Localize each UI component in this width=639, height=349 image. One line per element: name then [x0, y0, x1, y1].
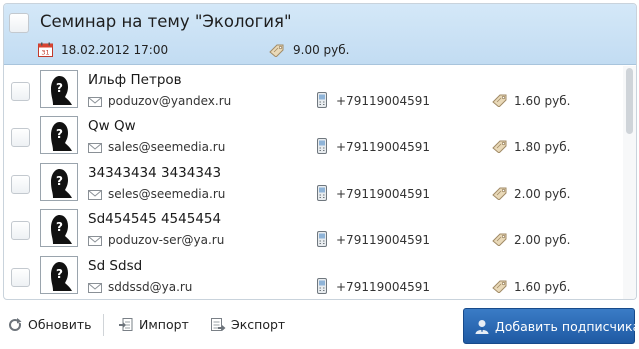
refresh-label: Обновить [28, 317, 92, 332]
scrollbar[interactable] [623, 66, 636, 299]
subscriber-price: 1.60 руб. [514, 280, 571, 294]
avatar: ? [40, 163, 78, 201]
scrollbar-thumb[interactable] [626, 68, 633, 134]
unknown-user-icon: ? [51, 76, 72, 105]
subscriber-name: Sd454545 4545454 [88, 211, 222, 227]
mobile-phone-icon [317, 278, 327, 294]
unknown-user-icon: ? [51, 215, 72, 244]
mail-icon [88, 143, 102, 153]
subscriber-row[interactable]: ? Ильф Петров poduzov@yandex.ru +7911900… [4, 66, 622, 112]
mobile-phone-icon [317, 185, 327, 201]
mail-icon [88, 190, 102, 200]
mail-icon [88, 283, 102, 293]
import-label: Импорт [139, 317, 189, 332]
subscriber-price: 2.00 руб. [514, 187, 571, 201]
avatar: ? [40, 209, 78, 247]
svg-text:?: ? [56, 220, 63, 234]
subscriber-select-checkbox[interactable] [11, 82, 30, 101]
subscriber-email: poduzov-ser@ya.ru [108, 233, 225, 247]
event-header: Семинар на тему "Экология" 31 18.02.2012… [4, 4, 636, 65]
subscriber-name: Ильф Петров [88, 72, 182, 88]
refresh-button[interactable]: Обновить [7, 316, 93, 334]
svg-text:?: ? [56, 127, 63, 141]
import-button[interactable]: Импорт [118, 316, 192, 334]
event-title: Семинар на тему "Экология" [40, 12, 292, 31]
event-date: 18.02.2012 17:00 [61, 43, 169, 57]
subscriber-email: seles@seemedia.ru [108, 187, 226, 201]
subscriber-select-checkbox[interactable] [11, 268, 30, 287]
svg-text:?: ? [56, 81, 63, 95]
user-icon [475, 320, 489, 334]
svg-text:?: ? [56, 267, 63, 281]
subscriber-phone: +79119004591 [336, 280, 431, 294]
event-panel: Семинар на тему "Экология" 31 18.02.2012… [3, 3, 637, 300]
price-tag-icon [492, 187, 507, 200]
refresh-icon [9, 318, 22, 331]
subscriber-row[interactable]: ? Qw Qw sales@seemedia.ru +79119004591 1… [4, 112, 622, 158]
mail-icon [88, 97, 102, 107]
subscriber-price: 1.60 руб. [514, 94, 571, 108]
subscriber-row[interactable]: ? Sd Sdsd sddssd@ya.ru +79119004591 1.60… [4, 252, 622, 298]
unknown-user-icon: ? [51, 262, 72, 291]
price-tag-icon [492, 280, 507, 293]
subscriber-email: sddssd@ya.ru [108, 280, 193, 294]
export-icon [211, 318, 226, 331]
svg-text:?: ? [56, 174, 63, 188]
subscriber-row[interactable]: ? Sd454545 4545454 poduzov-ser@ya.ru +79… [4, 205, 622, 251]
mobile-phone-icon [317, 92, 327, 108]
subscriber-email: sales@seemedia.ru [108, 140, 226, 154]
export-button[interactable]: Экспорт [210, 316, 286, 334]
price-tag-icon [492, 140, 507, 153]
calendar-icon: 31 [38, 42, 53, 57]
event-price: 9.00 руб. [293, 43, 350, 57]
subscriber-price: 1.80 руб. [514, 140, 571, 154]
price-tag-icon [492, 233, 507, 246]
price-tag-icon [269, 44, 284, 57]
subscriber-email: poduzov@yandex.ru [108, 94, 232, 108]
toolbar-divider [103, 314, 104, 336]
unknown-user-icon: ? [51, 169, 72, 198]
unknown-user-icon: ? [51, 122, 72, 151]
price-tag-icon [492, 94, 507, 107]
avatar: ? [40, 70, 78, 108]
subscriber-phone: +79119004591 [336, 233, 431, 247]
subscriber-select-checkbox[interactable] [11, 128, 30, 147]
subscriber-name: Sd Sdsd [88, 258, 143, 274]
mail-icon [88, 236, 102, 246]
add-subscriber-label: Добавить подписчика [495, 319, 639, 334]
subscriber-select-checkbox[interactable] [11, 221, 30, 240]
subscriber-name: Qw Qw [88, 118, 136, 134]
subscriber-list: ? Ильф Петров poduzov@yandex.ru +7911900… [4, 66, 622, 299]
subscriber-name: 34343434 3434343 [88, 165, 222, 181]
add-subscriber-button[interactable]: Добавить подписчика [463, 308, 639, 344]
subscriber-price: 2.00 руб. [514, 233, 571, 247]
subscriber-select-checkbox[interactable] [11, 175, 30, 194]
subscriber-phone: +79119004591 [336, 187, 431, 201]
svg-text:31: 31 [41, 49, 49, 57]
subscriber-row[interactable]: ? 34343434 3434343 seles@seemedia.ru +79… [4, 159, 622, 205]
export-label: Экспорт [231, 317, 286, 332]
import-icon [119, 318, 133, 331]
avatar: ? [40, 116, 78, 154]
avatar: ? [40, 256, 78, 294]
event-select-checkbox[interactable] [9, 13, 29, 33]
mobile-phone-icon [317, 138, 327, 154]
mobile-phone-icon [317, 231, 327, 247]
subscriber-phone: +79119004591 [336, 94, 431, 108]
subscriber-phone: +79119004591 [336, 140, 431, 154]
